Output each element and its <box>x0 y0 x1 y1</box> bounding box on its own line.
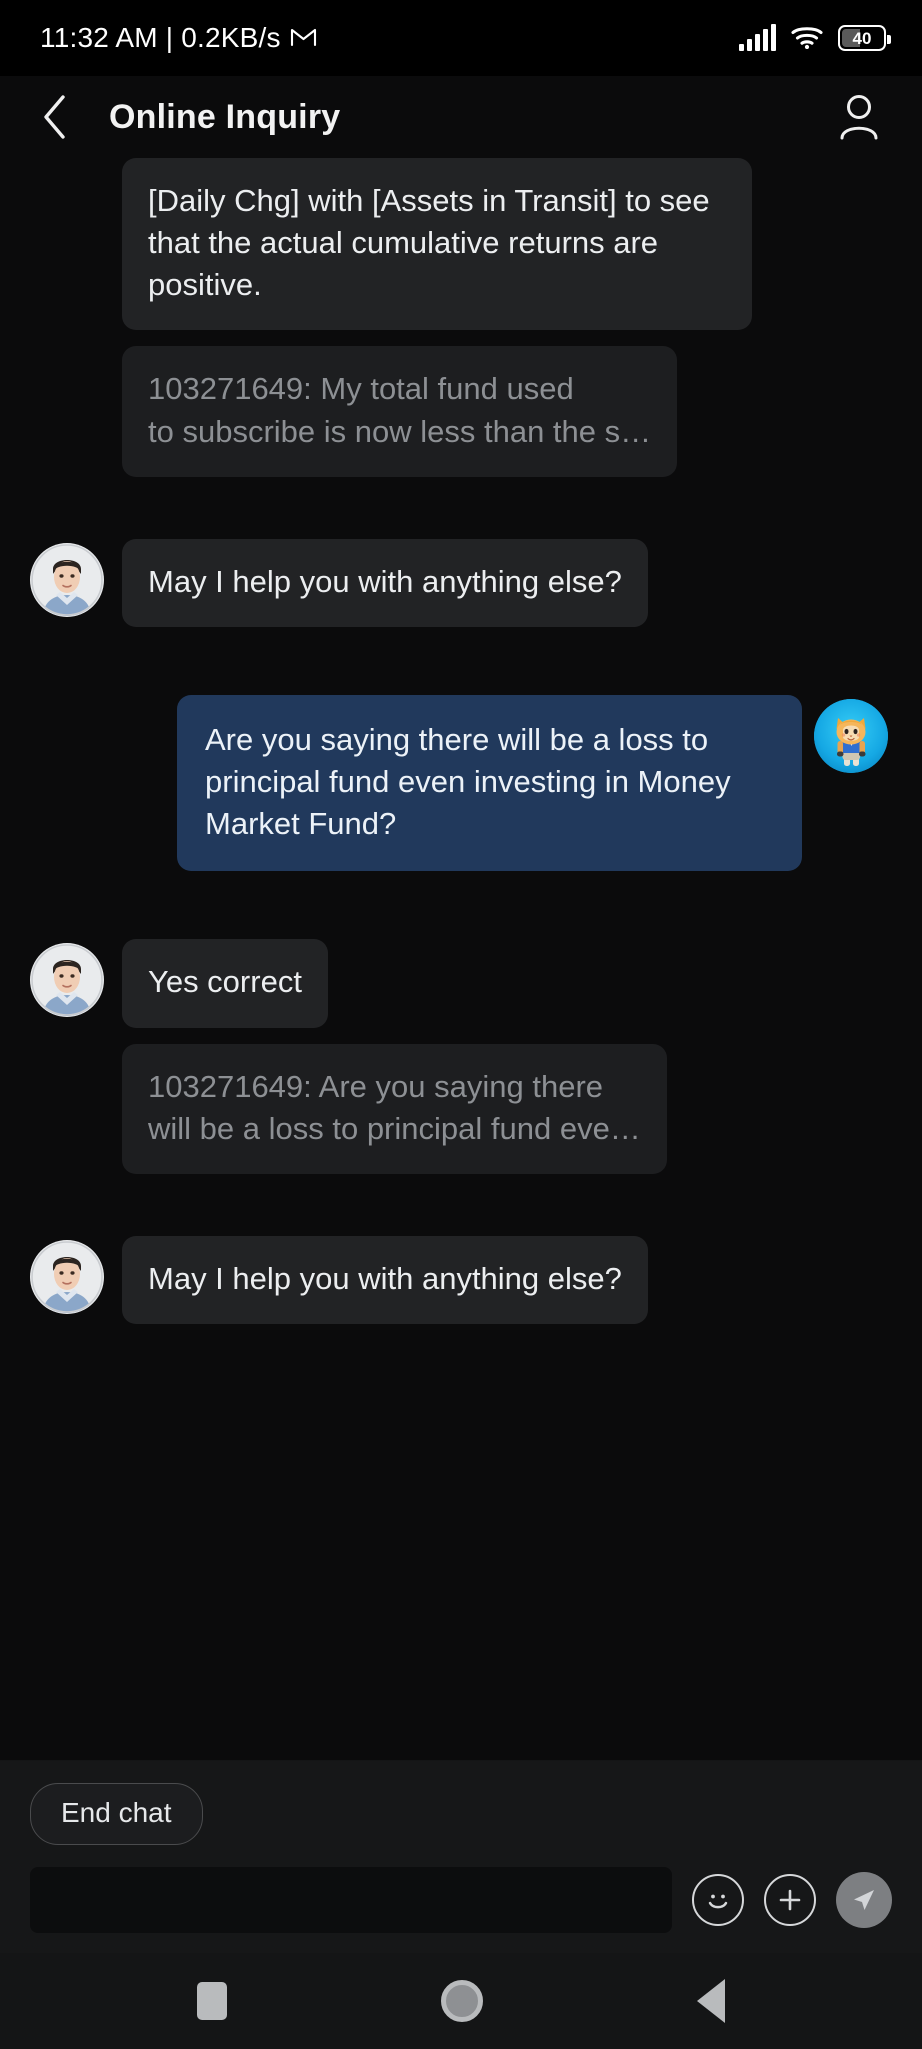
square-recents-icon[interactable] <box>197 1982 227 2020</box>
chat-message-row: [Daily Chg] with [Assets in Transit] to … <box>0 158 922 331</box>
smiley-icon <box>708 1894 728 1909</box>
profile-button[interactable] <box>832 90 886 144</box>
circle-home-icon[interactable] <box>441 1980 483 2022</box>
message-composer: End chat <box>0 1760 922 1953</box>
message-input[interactable] <box>30 1867 672 1933</box>
emoji-button[interactable] <box>692 1874 744 1926</box>
agent-avatar <box>30 1239 104 1314</box>
status-bar-right: 40 <box>739 23 891 54</box>
chat-message-row: May I help you with anything else? <box>0 1235 922 1325</box>
agent-message-bubble[interactable]: May I help you with anything else? <box>122 538 648 627</box>
battery-level-label: 40 <box>852 28 872 48</box>
chat-message-row: 103271649: Are you saying there will be … <box>0 1043 922 1174</box>
chat-message-row: May I help you with anything else? <box>0 538 922 627</box>
wifi-icon <box>790 23 824 54</box>
status-bar-left: 11:32 AM | 0.2KB/s <box>40 22 317 54</box>
agent-message-bubble[interactable]: May I help you with anything else? <box>122 1235 648 1325</box>
quoted-message-bubble[interactable]: 103271649: My total fund used to subscri… <box>122 346 678 477</box>
app-header: Online Inquiry <box>0 76 922 158</box>
quoted-line-1: 103271649: Are you saying there <box>148 1068 604 1104</box>
chat-message-list[interactable]: [Daily Chg] with [Assets in Transit] to … <box>0 158 922 1760</box>
plus-icon <box>779 1889 801 1911</box>
composer-input-row <box>30 1867 892 1933</box>
chat-message-row: 103271649: My total fund used to subscri… <box>0 346 922 477</box>
back-chevron-icon <box>44 95 65 139</box>
quoted-line-2: to subscribe is now less than the s… <box>148 413 652 449</box>
quoted-line-2: will be a loss to principal fund eve… <box>148 1110 641 1146</box>
signal-bars-icon <box>739 24 776 51</box>
quoted-line-1: 103271649: My total fund used <box>148 371 574 407</box>
agent-message-bubble[interactable]: [Daily Chg] with [Assets in Transit] to … <box>122 158 752 331</box>
gmail-icon <box>290 22 317 54</box>
agent-message-bubble[interactable]: Yes correct <box>122 939 328 1028</box>
end-chat-button[interactable]: End chat <box>30 1783 203 1845</box>
user-message-bubble[interactable]: Are you saying there will be a loss to p… <box>177 694 802 872</box>
user-avatar <box>814 698 888 773</box>
page-title: Online Inquiry <box>109 97 341 136</box>
chat-message-row: Yes correct <box>0 939 922 1028</box>
status-time-and-network-speed: 11:32 AM | 0.2KB/s <box>40 22 281 53</box>
agent-avatar <box>30 542 104 617</box>
agent-avatar <box>30 943 104 1018</box>
send-paper-plane-icon <box>854 1890 874 1910</box>
add-attachment-button[interactable] <box>764 1874 816 1926</box>
android-navigation-bar <box>0 1953 922 2049</box>
triangle-back-icon[interactable] <box>697 1979 725 2023</box>
person-icon <box>840 95 878 140</box>
send-button[interactable] <box>836 1872 892 1928</box>
status-bar: 11:32 AM | 0.2KB/s 40 <box>0 0 922 76</box>
cat-character-avatar-icon <box>814 698 888 773</box>
phone-screen: 11:32 AM | 0.2KB/s 40 Online Inquiry [Da… <box>0 0 922 2049</box>
back-button[interactable] <box>28 90 82 144</box>
quoted-message-bubble[interactable]: 103271649: Are you saying there will be … <box>122 1043 667 1174</box>
battery-icon: 40 <box>838 25 891 51</box>
chat-message-row: Are you saying there will be a loss to p… <box>0 694 922 872</box>
